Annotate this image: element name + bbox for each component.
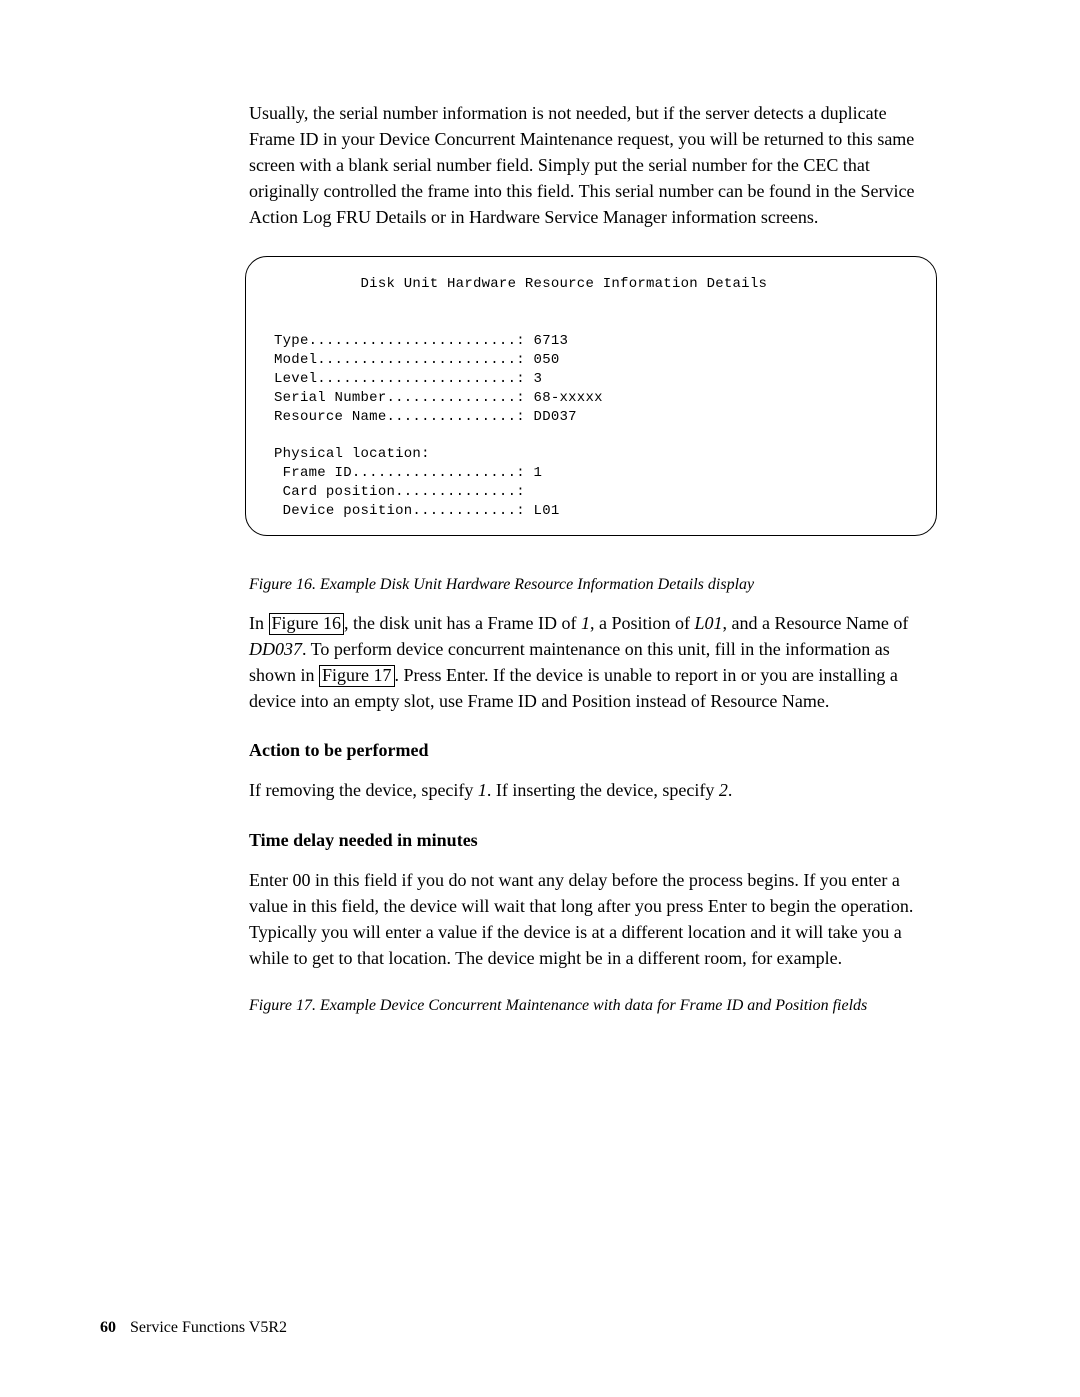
emphasis: 1 [581,613,590,633]
emphasis: DD037 [249,639,302,659]
text-fragment: . [728,780,733,800]
text-fragment: . If inserting the device, specify [487,780,719,800]
heading-time-delay: Time delay needed in minutes [249,830,929,851]
action-paragraph: If removing the device, specify 1. If in… [249,777,929,803]
text-fragment: In [249,613,269,633]
page-footer: 60 Service Functions V5R2 [100,1319,287,1337]
emphasis: 2 [719,780,728,800]
figure16-caption: Figure 16. Example Disk Unit Hardware Re… [249,576,929,594]
figure16-link[interactable]: Figure 16 [269,613,345,635]
time-delay-paragraph: Enter 00 in this field if you do not wan… [249,867,929,971]
heading-action: Action to be performed [249,740,929,761]
text-fragment: If removing the device, specify [249,780,478,800]
intro-paragraph: Usually, the serial number information i… [249,100,929,230]
emphasis: L01 [694,613,722,633]
text-fragment: , the disk unit has a Frame ID of [344,613,581,633]
page-number: 60 [100,1319,116,1336]
footer-text: Service Functions V5R2 [130,1319,287,1336]
figure17-link[interactable]: Figure 17 [319,665,395,687]
text-fragment: , a Position of [590,613,695,633]
figure17-caption: Figure 17. Example Device Concurrent Mai… [249,997,929,1015]
content-column: Usually, the serial number information i… [249,100,929,1015]
text-fragment: , and a Resource Name of [722,613,908,633]
emphasis: 1 [478,780,487,800]
page: Usually, the serial number information i… [0,0,1080,1397]
terminal-panel: Disk Unit Hardware Resource Information … [245,256,937,536]
para-after-fig16: In Figure 16, the disk unit has a Frame … [249,610,929,714]
